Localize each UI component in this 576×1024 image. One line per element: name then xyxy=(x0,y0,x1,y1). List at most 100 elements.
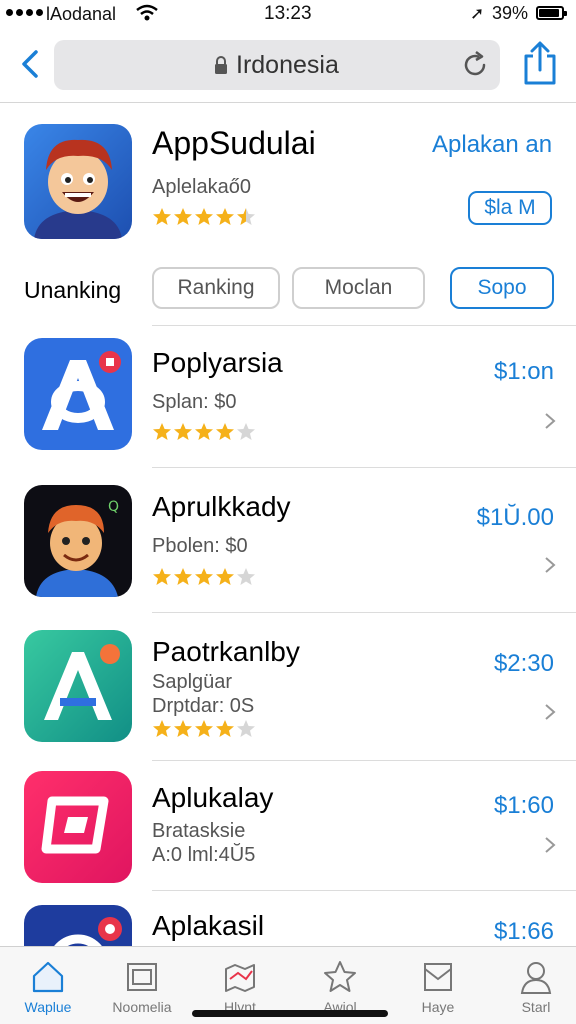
row-divider xyxy=(152,612,576,613)
list-item[interactable]: Aplakasil $1:66 xyxy=(0,890,576,946)
star-icon xyxy=(174,568,192,585)
app-price[interactable]: $1:on xyxy=(494,358,554,386)
filter-chip-ranking[interactable]: Ranking xyxy=(152,267,280,309)
location-arrow-icon: ➚ xyxy=(470,4,485,23)
battery-icon xyxy=(536,6,567,20)
tab-starl[interactable]: Starl xyxy=(488,953,576,1023)
star-icon xyxy=(174,423,192,440)
app-price[interactable]: $2:30 xyxy=(494,650,554,678)
wifi-icon xyxy=(136,4,158,21)
list-item[interactable]: Paotrkanlby Saplgüar Drptdar: 0S $2:30 xyxy=(0,612,576,760)
tab-label: Waplue xyxy=(24,999,72,1015)
tab-noomelia[interactable]: Noomelia xyxy=(94,953,190,1023)
battery-percent: 39% xyxy=(492,3,529,23)
carrier-name: lAodanal xyxy=(46,4,117,24)
app-subtitle-secondary: Drptdar: 0S xyxy=(152,695,255,717)
filter-label: Unanking xyxy=(24,277,122,303)
list-item[interactable]: Aplukalay Bratasksie A:0 lml:4Ŭ5 $1:60 xyxy=(0,760,576,890)
star-icon xyxy=(237,568,255,585)
star-icon xyxy=(195,568,213,585)
tab-waplue[interactable]: Waplue xyxy=(0,953,96,1023)
filter-chip-sopo[interactable]: Sopo xyxy=(450,267,554,309)
app-subtitle: Bratasksie xyxy=(152,820,246,842)
star-icon xyxy=(216,568,234,585)
share-icon[interactable] xyxy=(520,40,560,86)
app-subtitle: Saplgüar xyxy=(152,671,233,693)
signal-dots-icon xyxy=(6,9,43,16)
person-icon xyxy=(520,962,552,994)
app-title: Poplyarsia xyxy=(152,347,283,378)
featured-app[interactable]: AppSudulai Aplelakaő0 Aplakan an $la M xyxy=(0,103,576,253)
featured-app-icon[interactable] xyxy=(24,124,132,239)
featured-app-rating xyxy=(152,207,257,232)
chevron-right-icon xyxy=(545,413,556,429)
app-title: Aplakasil xyxy=(152,910,265,941)
address-bar[interactable]: Irdonesia xyxy=(54,40,500,90)
back-chevron-icon[interactable] xyxy=(16,44,44,84)
clock-time: 13:23 xyxy=(264,3,312,24)
chevron-right-icon xyxy=(545,837,556,853)
chevron-right-icon xyxy=(545,704,556,720)
app-icon-poplyarsia[interactable] xyxy=(24,338,132,450)
app-icon-paotrkanlby[interactable] xyxy=(24,630,132,742)
lock-icon xyxy=(215,56,227,74)
star-icon xyxy=(237,208,255,225)
status-bar: lAodanal 13:23 ➚ 39% xyxy=(0,0,576,30)
row-divider xyxy=(152,760,576,761)
star-icon xyxy=(153,208,171,225)
app-rating xyxy=(152,567,257,592)
photo-icon xyxy=(127,963,157,991)
star-icon xyxy=(174,720,192,737)
filter-chip-moclan[interactable]: Moclan xyxy=(292,267,425,309)
tab-label: Noomelia xyxy=(112,999,172,1015)
home-indicator xyxy=(192,1010,388,1017)
list-item[interactable]: Poplyarsia Splan: $0 $1:on xyxy=(0,325,576,467)
featured-app-title: AppSudulai xyxy=(152,125,316,161)
star-icon xyxy=(174,208,192,225)
featured-app-subtitle: Aplelakaő0 xyxy=(152,176,251,198)
filter-row: Unanking Ranking Moclan Sopo xyxy=(0,253,576,325)
inbox-icon xyxy=(424,963,452,991)
star-icon xyxy=(195,423,213,440)
tab-haye[interactable]: Haye xyxy=(390,953,486,1023)
row-divider xyxy=(152,467,576,468)
featured-app-price-button[interactable]: $la M xyxy=(468,191,552,225)
address-text: Irdonesia xyxy=(236,51,339,79)
svg-text:Q: Q xyxy=(108,499,119,515)
app-subtitle: Pbolen: $0 xyxy=(152,535,248,557)
tab-label: Starl xyxy=(521,999,551,1015)
star-icon xyxy=(324,961,356,992)
star-icon xyxy=(153,423,171,440)
app-rating xyxy=(152,422,257,447)
app-subtitle: Splan: $0 xyxy=(152,391,237,413)
star-icon xyxy=(216,208,234,225)
list-item[interactable]: Q Aprulkkady Pbolen: $0 $1Ŭ.00 xyxy=(0,467,576,612)
featured-app-action-link[interactable]: Aplakan an xyxy=(432,131,552,159)
app-icon-aprulkkady[interactable]: Q xyxy=(24,485,132,597)
app-icon-aplakasil[interactable] xyxy=(24,905,132,946)
tab-label: Haye xyxy=(421,999,455,1015)
star-icon xyxy=(237,423,255,440)
star-icon xyxy=(237,720,255,737)
app-title: Aprulkkady xyxy=(152,491,291,522)
app-title: Paotrkanlby xyxy=(152,636,300,667)
star-icon xyxy=(195,208,213,225)
app-icon-aplukalay[interactable] xyxy=(24,771,132,883)
app-price[interactable]: $1:60 xyxy=(494,792,554,820)
map-icon xyxy=(225,964,255,992)
star-icon xyxy=(195,720,213,737)
star-icon xyxy=(153,720,171,737)
app-subtitle-secondary: A:0 lml:4Ŭ5 xyxy=(152,844,256,866)
app-price[interactable]: $1:66 xyxy=(494,918,554,946)
star-icon xyxy=(216,423,234,440)
star-icon xyxy=(216,720,234,737)
app-price[interactable]: $1Ŭ.00 xyxy=(477,504,554,532)
app-rating xyxy=(152,719,257,744)
row-divider xyxy=(152,890,576,891)
reload-icon[interactable] xyxy=(460,50,490,80)
row-divider xyxy=(152,325,576,326)
home-icon xyxy=(32,961,64,993)
star-icon xyxy=(153,568,171,585)
browser-navbar: Irdonesia xyxy=(0,30,576,102)
app-title: Aplukalay xyxy=(152,782,274,813)
